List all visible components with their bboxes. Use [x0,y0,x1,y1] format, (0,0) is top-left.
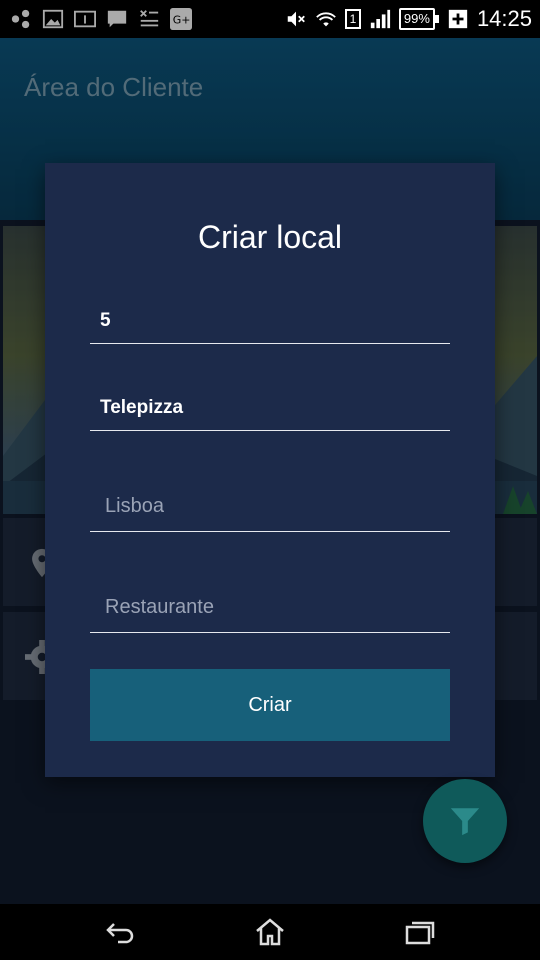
filter-fab[interactable] [423,779,507,863]
status-bar: G+ 1 99% 14:25 [0,0,540,38]
svg-text:G+: G+ [173,14,191,27]
create-location-dialog: Criar local Criar [45,163,495,777]
google-plus-icon: G+ [170,8,192,30]
share-icon [11,9,30,29]
battery-percent: 99% [398,8,435,30]
battery-icon: 99% [398,8,439,30]
home-icon[interactable] [254,918,286,946]
dialog-title: Criar local [197,219,343,255]
charging-icon [448,9,468,29]
filter-funnel-icon [450,808,480,836]
sim-icon: 1 [344,9,361,29]
city-input[interactable] [90,481,450,531]
category-field [90,582,450,633]
name-field [90,386,450,431]
info-icon [74,10,96,28]
signal-icon [370,9,390,29]
system-status-area: 1 99% 14:25 [285,0,532,38]
sim-toolkit-icon [140,10,159,27]
recent-apps-icon[interactable] [404,918,436,946]
number-field [90,299,450,344]
category-input[interactable] [90,582,450,632]
notification-area: G+ [10,0,192,38]
number-input[interactable] [90,299,450,343]
city-field [90,481,450,532]
name-input[interactable] [90,386,450,430]
create-button[interactable]: Criar [90,669,450,741]
back-icon[interactable] [104,918,136,946]
navigation-bar [0,904,540,960]
image-icon [42,9,64,29]
clock: 14:25 [476,6,532,31]
wifi-icon [316,12,336,27]
mute-icon [287,11,305,27]
message-icon [107,10,127,28]
